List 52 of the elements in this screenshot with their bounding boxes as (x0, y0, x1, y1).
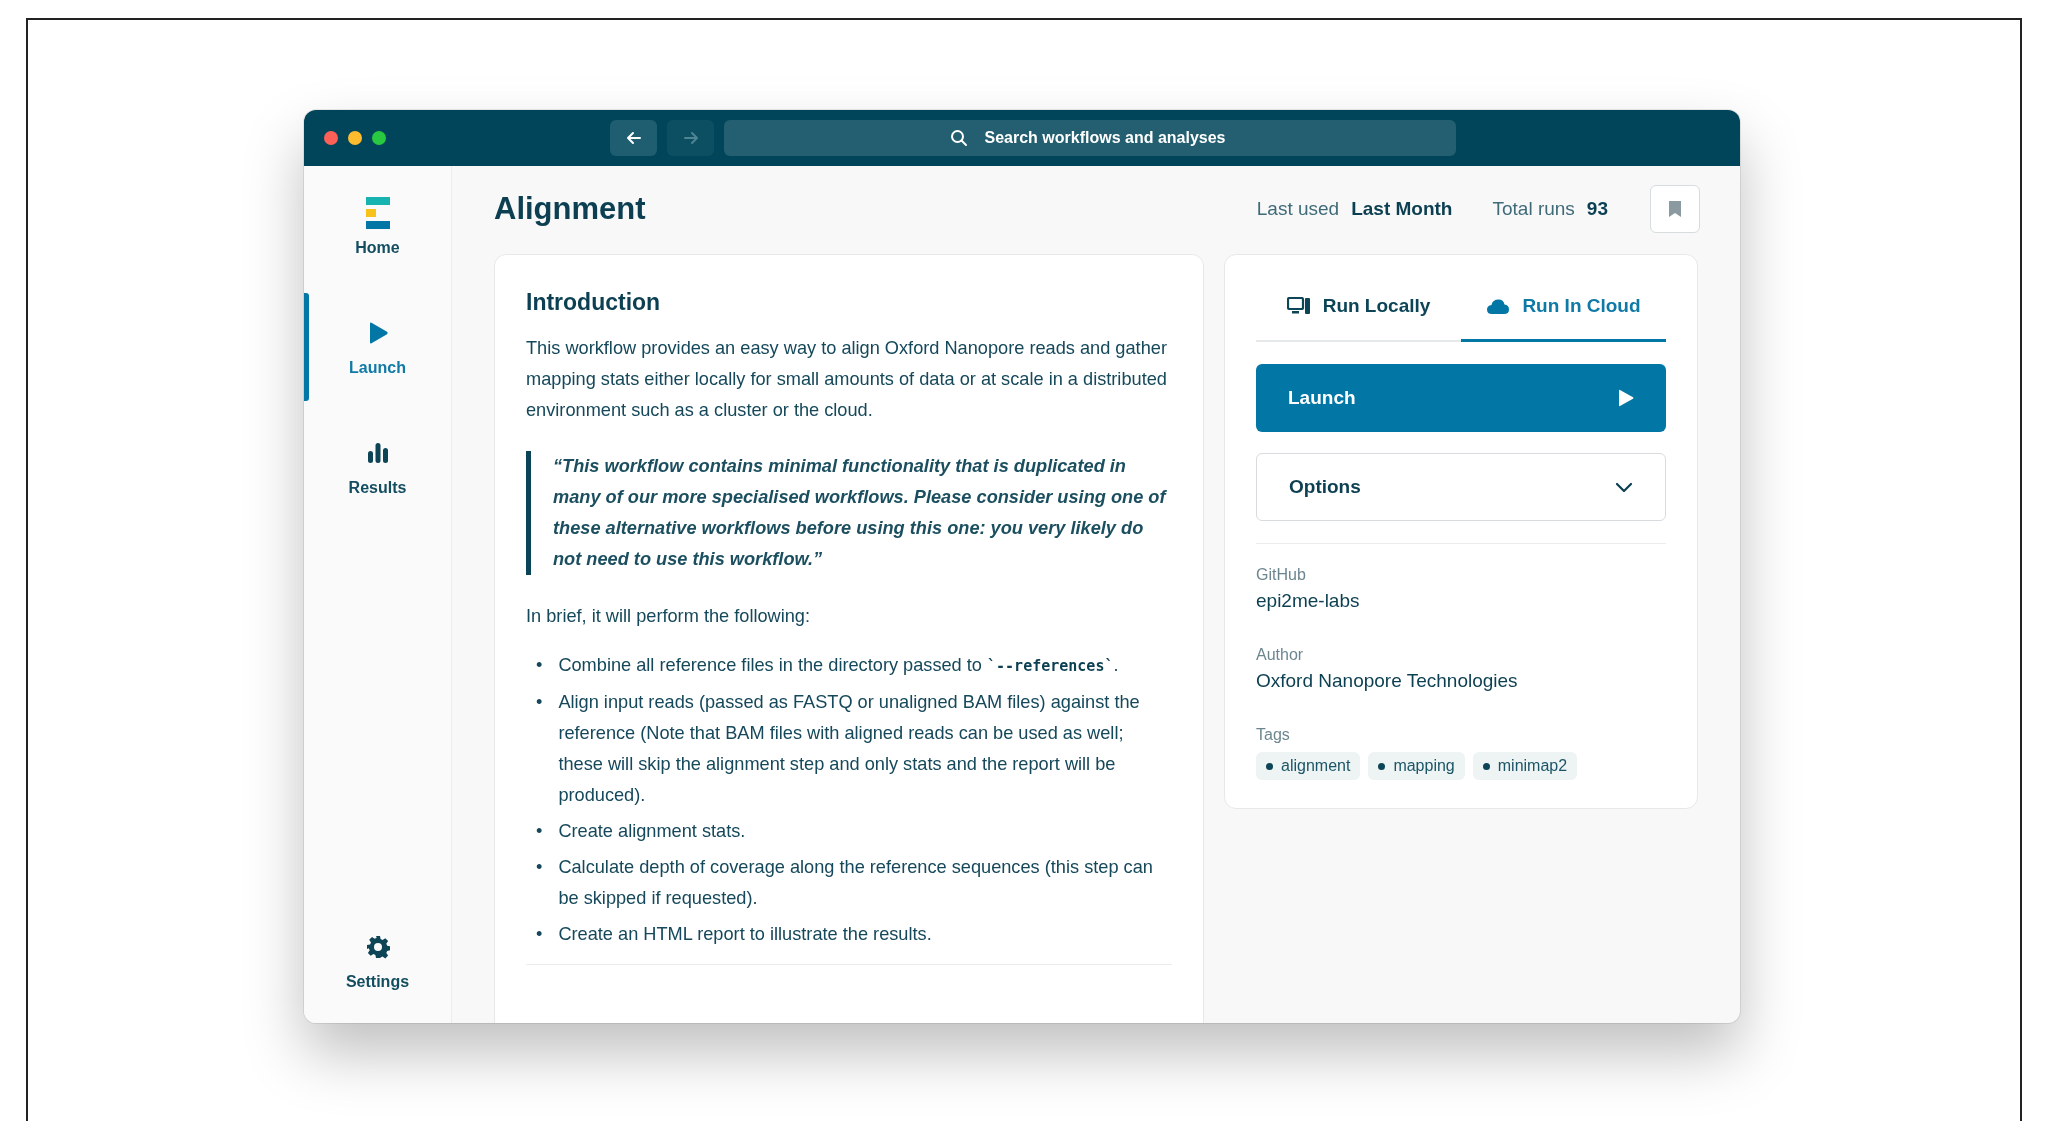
settings-icon (365, 935, 390, 959)
list-item: Create alignment stats. (558, 820, 746, 843)
bullet: • (536, 923, 543, 946)
detail-value: Oxford Nanopore Technologies (1256, 670, 1519, 692)
section-heading: Introduction (526, 288, 662, 317)
total-runs-value: 93 (1586, 198, 1608, 220)
sidebar-item[interactable]: Results (304, 413, 451, 521)
chevron-icon (1615, 481, 1633, 493)
detail-label: GitHub (1256, 566, 1307, 584)
close-dot[interactable] (324, 131, 338, 145)
bullet: • (536, 654, 543, 677)
cloud-icon (1486, 297, 1511, 315)
total-runs-label: Total runs (1492, 198, 1575, 220)
back-arrow-icon (624, 129, 643, 147)
options-dropdown[interactable]: Options (1256, 453, 1666, 521)
bar-chart-icon (366, 442, 389, 464)
tags-label: Tags (1256, 726, 1291, 744)
bullet: • (536, 691, 543, 714)
launch-button[interactable]: Launch (1256, 364, 1666, 432)
bookmark-icon (1668, 200, 1682, 218)
play-icon (1618, 389, 1634, 407)
tab[interactable]: Run Locally (1256, 273, 1461, 342)
intro-paragraph: This workflow provides an easy way to align Oxford Nanopore reads and gather mapping stats either locally for small amounts of data or at scale in a distributed environment such as a cluster or the cloud. (526, 337, 1168, 422)
sidebar-item[interactable]: Settings (304, 907, 451, 1015)
detail-value: epi2me-labs (1256, 590, 1361, 612)
page-title: Alignment (494, 191, 647, 227)
back-button[interactable] (610, 120, 657, 156)
forward-arrow-icon (681, 129, 700, 147)
sidebar-item[interactable]: Launch (304, 293, 451, 401)
bookmark-button[interactable] (1650, 185, 1700, 233)
search-field[interactable]: Search workflows and analyses (724, 120, 1456, 156)
detail-label: Author (1256, 646, 1305, 664)
tag[interactable]: alignment (1256, 752, 1361, 780)
bullet: • (536, 820, 543, 843)
tag[interactable]: mapping (1368, 752, 1465, 780)
lead-text: In brief, it will perform the following: (526, 605, 812, 628)
logo-icon (365, 197, 390, 229)
tab[interactable]: Run In Cloud (1461, 273, 1666, 342)
last-used-value: Last Month (1351, 198, 1453, 220)
last-used-label: Last used (1256, 198, 1340, 220)
bullet: • (536, 856, 543, 879)
search-icon (950, 129, 968, 147)
minimize-dot[interactable] (348, 131, 362, 145)
list-item: Align input reads (passed as FASTQ or unaligned BAM files) against the reference (Note that BAM files with aligned reads can be used as well; these will skip the alignment step and only stats and the report will be produced). (558, 691, 1141, 807)
list-item: Calculate depth of coverage along the reference sequences (this step can be skipped if requested). (558, 856, 1154, 910)
list-item: Create an HTML report to illustrate the results. (558, 923, 932, 946)
sidebar-item[interactable]: Home (304, 173, 451, 281)
tag[interactable]: minimap2 (1472, 752, 1578, 780)
zoom-dot[interactable] (372, 131, 386, 145)
list-item: Combine all reference files in the directory passed to `--references`. (558, 654, 1119, 677)
computer-icon (1286, 297, 1311, 315)
blockquote: “This workflow contains minimal functionality that is duplicated in many of our more specialised workflows. Please consider using one of these alternative workflows before using this one: you very likely do not need to use this workflow.” (526, 451, 1172, 575)
